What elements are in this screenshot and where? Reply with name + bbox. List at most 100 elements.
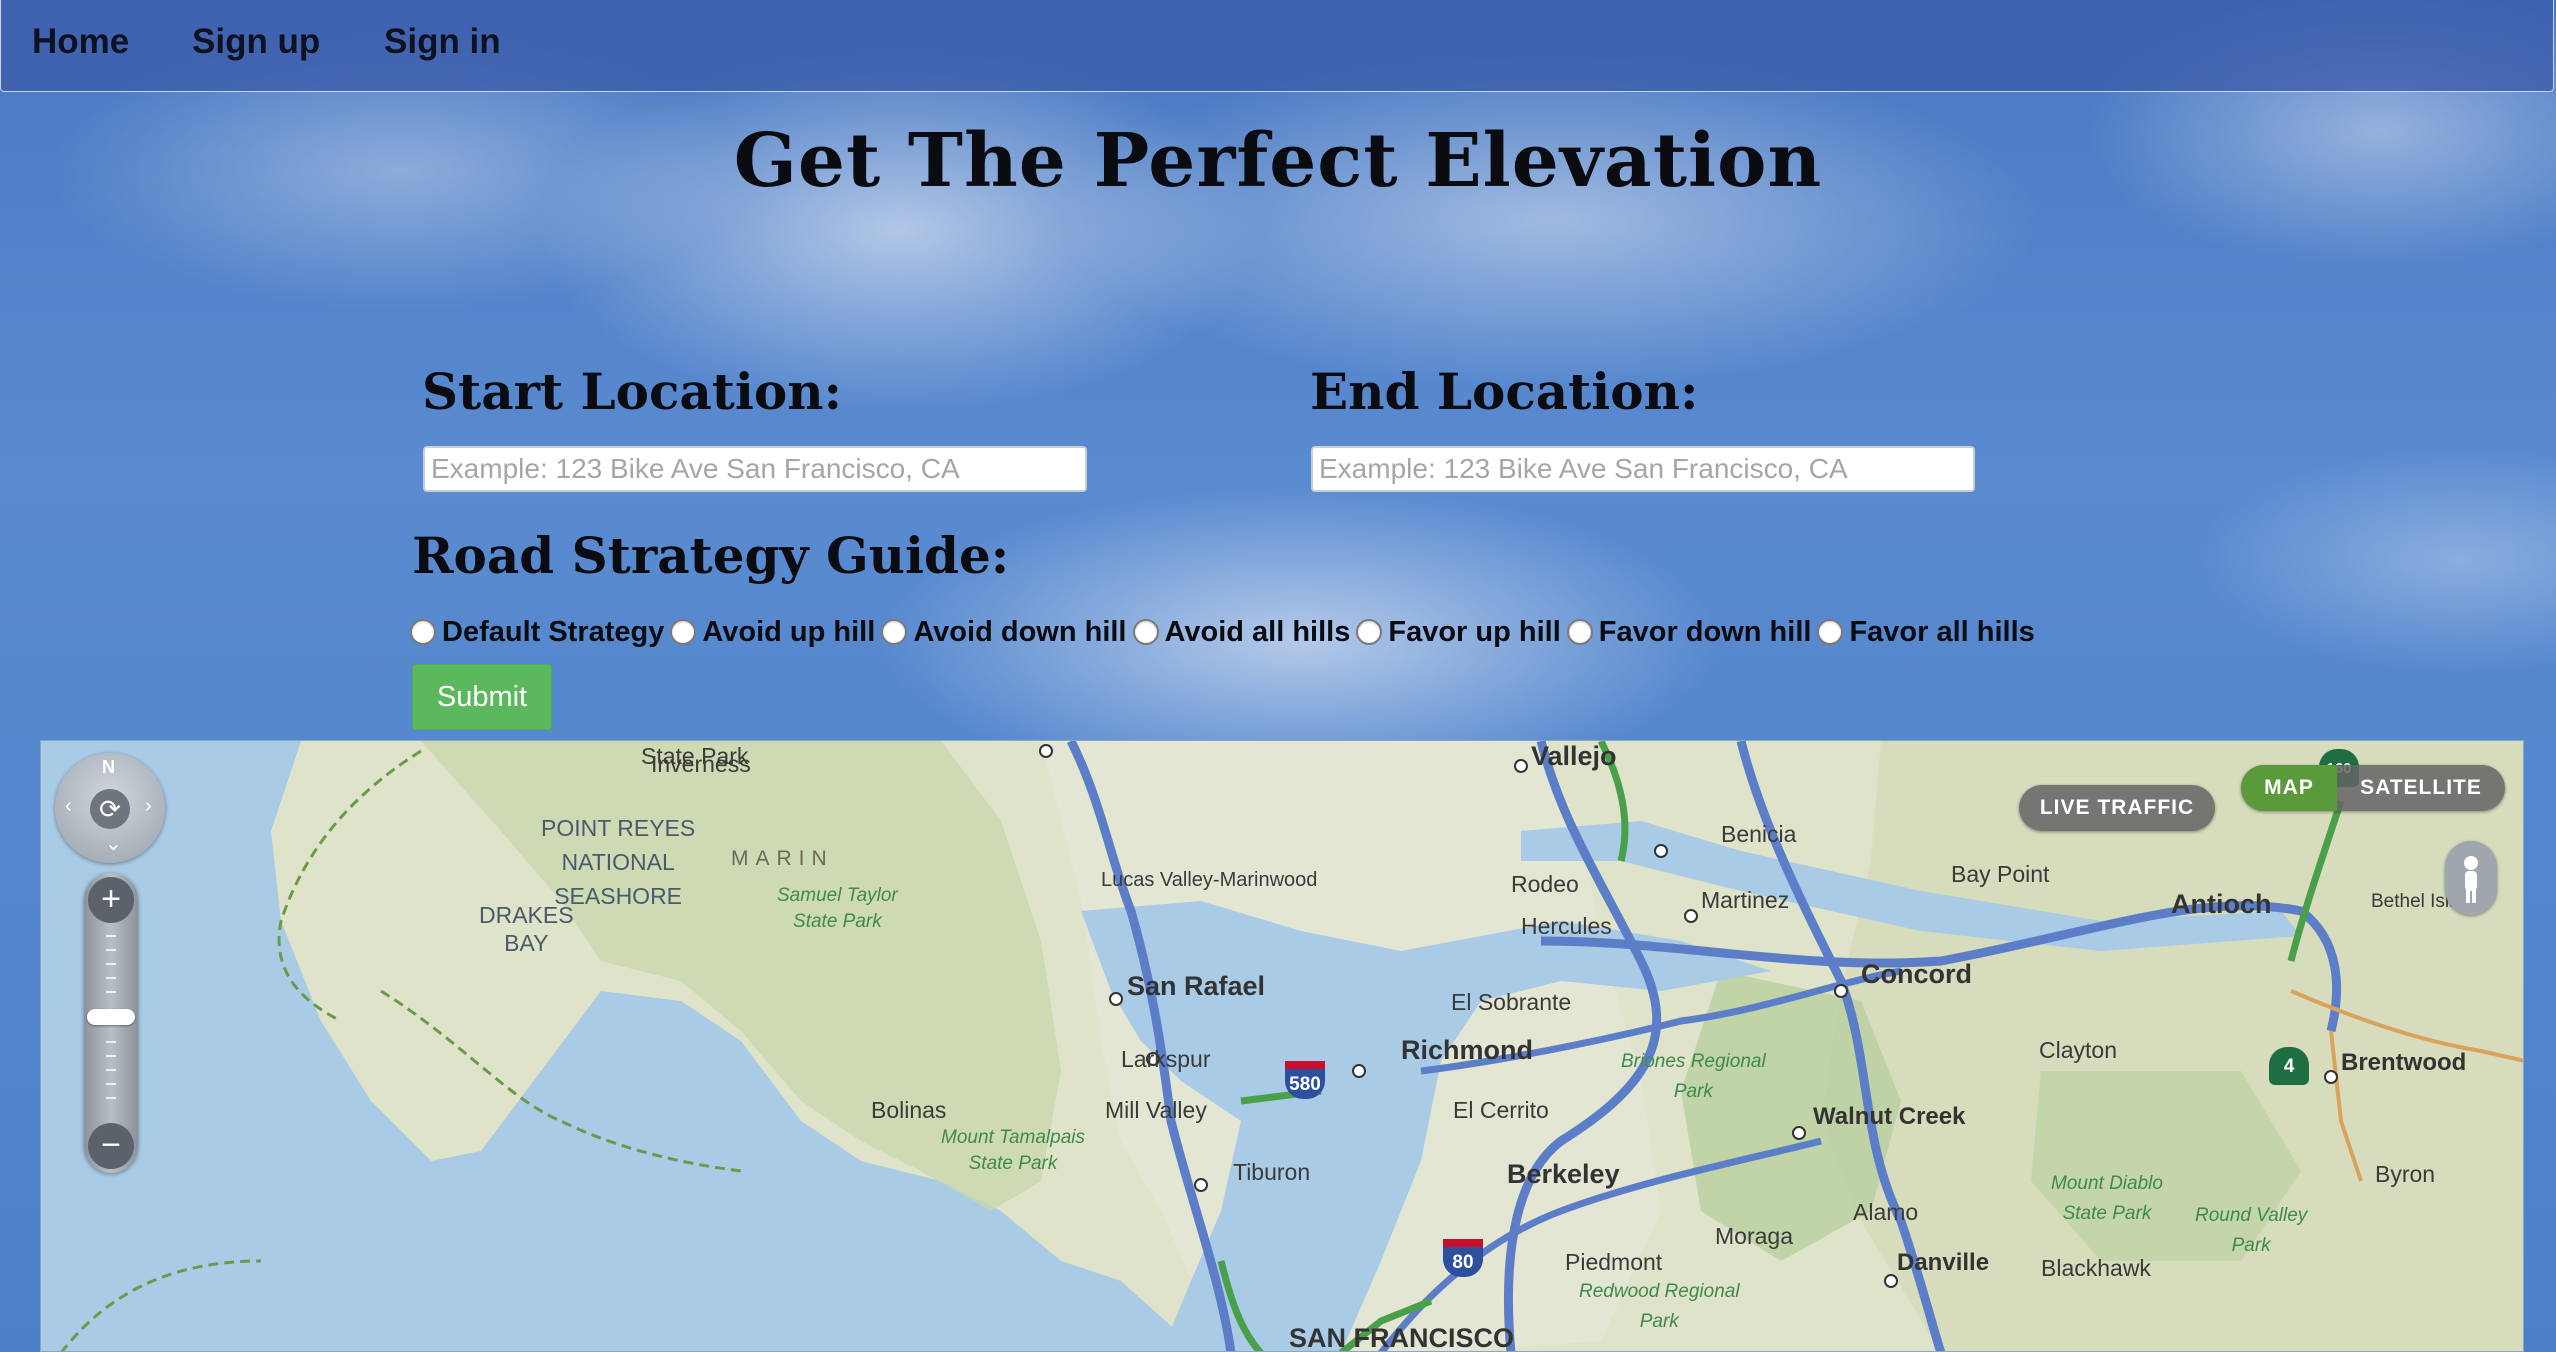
map-label-brentwood: Brentwood [2341, 1049, 2467, 1076]
map-label-benicia: Benicia [1721, 821, 1797, 847]
map-label-line: NATIONAL [561, 849, 675, 875]
radio-label: Avoid down hill [913, 615, 1127, 648]
map-type-map-button[interactable]: MAP [2241, 765, 2337, 811]
map-label-mill-valley: Mill Valley [1105, 1097, 1207, 1123]
map-label-san-francisco: SAN FRANCISCO [1289, 1323, 1515, 1352]
map-label-line: State Park [793, 911, 882, 932]
radio-favor-all-hills[interactable]: Favor all hills [1817, 616, 2035, 649]
map-label-round-valley: Round Valley Park [2195, 1201, 2307, 1261]
radio-label: Favor down hill [1598, 615, 1812, 648]
pan-left-icon[interactable]: ‹ [65, 795, 72, 818]
map-label-piedmont: Piedmont [1565, 1249, 1663, 1275]
map-label-marin: MARIN [731, 847, 834, 870]
road-strategy-label: Road Strategy Guide: [412, 526, 1010, 585]
start-location-label: Start Location: [422, 362, 843, 421]
map-label-alamo: Alamo [1853, 1199, 1919, 1225]
page-title: Get The Perfect Elevation [733, 118, 1823, 204]
zoom-tick [106, 935, 116, 937]
map-label-blackhawk: Blackhawk [2041, 1255, 2151, 1281]
zoom-slider[interactable]: + − [84, 873, 138, 1173]
radio-button[interactable] [1132, 619, 1159, 645]
strategy-radio-group: Default Strategy Avoid up hill Avoid dow… [410, 612, 2041, 652]
radio-button[interactable] [1817, 619, 1844, 645]
map-label-line: BAY [504, 930, 549, 956]
map-label-danville: Danville [1897, 1249, 1990, 1276]
radio-favor-up-hill[interactable]: Favor up hill [1356, 615, 1561, 649]
map-label-el-sobrante: El Sobrante [1451, 989, 1572, 1015]
radio-button[interactable] [410, 619, 436, 645]
rotate-icon[interactable]: ⟳ [90, 789, 130, 829]
navbar: Home Sign up Sign in [0, 0, 2554, 92]
zoom-tick [106, 963, 116, 965]
radio-button[interactable] [881, 619, 908, 645]
zoom-tick [106, 1097, 116, 1099]
map-label-line: Mount Tamalpais [941, 1127, 1085, 1148]
map-label-concord: Concord [1861, 959, 1972, 989]
map-label-walnut-creek: Walnut Creek [1813, 1103, 1966, 1130]
nav-home-link[interactable]: Home [32, 22, 129, 62]
map-label-san-rafael: San Rafael [1127, 971, 1266, 1001]
map-type-satellite-button[interactable]: SATELLITE [2337, 765, 2505, 811]
zoom-tick [106, 1083, 116, 1085]
submit-button[interactable]: Submit [412, 664, 552, 730]
radio-avoid-down-hill[interactable]: Avoid down hill [881, 615, 1127, 649]
compass-north-label: N [102, 757, 115, 777]
map-label-rodeo: Rodeo [1511, 871, 1579, 897]
radio-label: Default Strategy [442, 615, 665, 648]
map-label-berkeley: Berkeley [1507, 1159, 1620, 1189]
map-label-line: Park [2231, 1235, 2271, 1256]
interstate-580-shield: 580 [1285, 1061, 1325, 1099]
map-label-line: State Park [968, 1153, 1058, 1174]
radio-button[interactable] [1566, 619, 1593, 645]
map-label-bay-point: Bay Point [1951, 861, 2050, 887]
end-location-input[interactable] [1311, 446, 1975, 492]
nav-signup-link[interactable]: Sign up [192, 22, 320, 62]
map-label-line: Park [1639, 1311, 1679, 1332]
map-label-el-cerrito: El Cerrito [1453, 1097, 1549, 1123]
interstate-80-shield: 80 [1443, 1239, 1483, 1277]
radio-button[interactable] [670, 619, 697, 645]
radio-label: Avoid all hills [1164, 615, 1351, 648]
radio-avoid-all-hills[interactable]: Avoid all hills [1132, 615, 1351, 649]
state-route-4-shield: 4 [2269, 1047, 2309, 1085]
map-label-mount-diablo: Mount Diablo State Park [2051, 1169, 2163, 1229]
map-label-samuel-taylor: Samuel Taylor State Park [777, 883, 898, 935]
map-type-toggle: MAP SATELLITE [2241, 765, 2505, 811]
radio-avoid-up-hill[interactable]: Avoid up hill [670, 616, 875, 649]
map-label-clayton: Clayton [2039, 1037, 2117, 1063]
compass-control[interactable]: N ‹ › ⌄ ⟳ [55, 753, 165, 863]
street-view-pegman-icon[interactable] [2445, 841, 2497, 915]
radio-favor-down-hill[interactable]: Favor down hill [1566, 615, 1812, 649]
radio-default-strategy[interactable]: Default Strategy [410, 616, 664, 649]
pan-right-icon[interactable]: › [145, 795, 152, 818]
nav-signin-link[interactable]: Sign in [384, 22, 501, 62]
map-label-line: Round Valley [2195, 1205, 2308, 1226]
zoom-tick [106, 1041, 116, 1043]
start-location-input[interactable] [423, 446, 1087, 492]
map-label-mount-tamalpais: Mount Tamalpais State Park [941, 1125, 1085, 1177]
map-label-line: Redwood Regional [1579, 1281, 1740, 1302]
radio-button[interactable] [1356, 619, 1383, 645]
zoom-tick [106, 1055, 116, 1057]
live-traffic-button[interactable]: LIVE TRAFFIC [2019, 785, 2215, 831]
map-label-line: POINT REYES [541, 815, 696, 841]
zoom-slider-thumb[interactable] [87, 1009, 135, 1025]
map-label-martinez: Martinez [1701, 887, 1790, 913]
map-label-byron: Byron [2375, 1161, 2436, 1187]
zoom-tick [106, 977, 116, 979]
map-view[interactable]: State Park Inverness Vallejo Benicia Mar… [40, 740, 2524, 1352]
end-location-label: End Location: [1310, 362, 1699, 421]
zoom-in-button[interactable]: + [88, 877, 134, 923]
map-label-richmond: Richmond [1401, 1035, 1533, 1065]
radio-label: Favor up hill [1388, 615, 1561, 648]
zoom-tick [106, 991, 116, 993]
radio-label: Avoid up hill [702, 615, 876, 648]
map-label-redwood: Redwood Regional Park [1579, 1277, 1740, 1337]
map-tiles [60, 741, 2523, 1351]
pan-down-icon[interactable]: ⌄ [105, 831, 122, 856]
map-label-bolinas: Bolinas [871, 1097, 947, 1123]
map-label-larkspur: Larkspur [1121, 1046, 1211, 1072]
map-label-line: State Park [2062, 1203, 2152, 1224]
zoom-out-button[interactable]: − [88, 1123, 134, 1169]
map-label-lucas-valley: Lucas Valley-Marinwood [1101, 869, 1318, 891]
